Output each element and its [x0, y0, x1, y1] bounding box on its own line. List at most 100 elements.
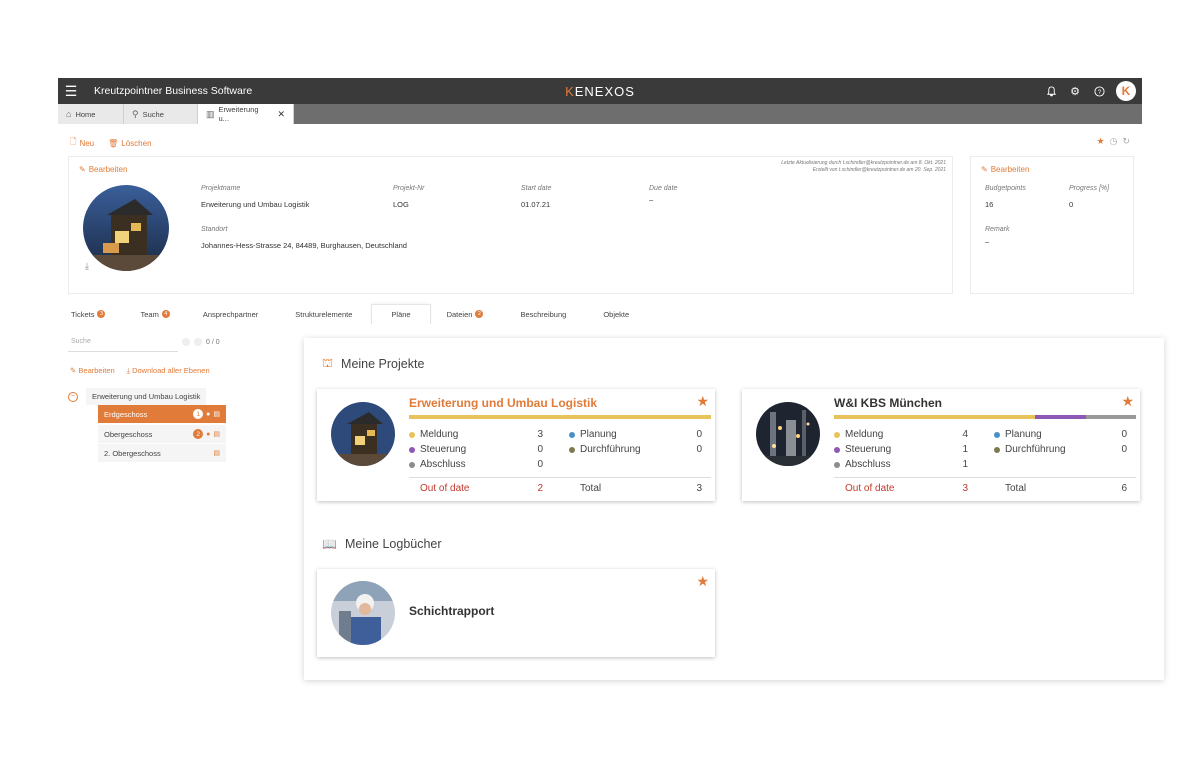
- svg-text:?: ?: [1097, 88, 1101, 95]
- download-icon[interactable]: ⤓: [85, 261, 89, 272]
- stat-planung-value: 0: [696, 429, 702, 440]
- stat-planung-value: 0: [1121, 429, 1127, 440]
- tab-dateien[interactable]: Dateien 2: [431, 304, 497, 324]
- stat-abschluss: Abschluss: [409, 459, 466, 470]
- progress-label: Progress [%]: [1069, 185, 1110, 192]
- total-label: Total: [1005, 483, 1027, 494]
- tab-plaene[interactable]: Pläne: [371, 304, 431, 324]
- tab-beschreibung[interactable]: Beschreibung: [496, 304, 579, 324]
- collapse-icon[interactable]: −: [68, 391, 78, 402]
- logbook-card[interactable]: Schichtrapport ★: [317, 569, 715, 657]
- tab-search[interactable]: ⚲ Suche: [124, 104, 198, 124]
- budget-card: ✎ Bearbeiten Budgetpoints 16 Progress [%]…: [970, 156, 1134, 294]
- budget-label: Budgetpoints: [985, 185, 1026, 192]
- section-tabs: Tickets 3 Team 4 Ansprechpartner Strukture…: [58, 304, 678, 324]
- tree-root[interactable]: − Erweiterung und Umbau Logistik: [68, 388, 207, 405]
- count-badge: 4: [161, 310, 170, 318]
- help-icon[interactable]: ?: [1092, 84, 1106, 98]
- projects-section-title: ⛫ Meine Projekte: [322, 356, 425, 371]
- status-dot-icon: [994, 446, 1000, 453]
- tab-objekte[interactable]: Objekte: [579, 304, 642, 324]
- project-title[interactable]: W&I KBS München: [834, 396, 942, 410]
- start-date-label: Start date: [521, 185, 552, 192]
- new-button[interactable]: 🗋 Neu: [70, 136, 94, 150]
- favorite-star-icon[interactable]: ★: [1121, 393, 1134, 410]
- standort-label: Standort: [201, 226, 228, 233]
- stat-durchfuehrung: Durchführung: [569, 444, 641, 455]
- count-badge: 2: [475, 310, 484, 318]
- project-title[interactable]: Erweiterung und Umbau Logistik: [409, 396, 597, 410]
- pin-icon: ●: [206, 410, 211, 418]
- bar-segment: [409, 415, 711, 419]
- avatar[interactable]: K: [1116, 81, 1136, 101]
- status-dot-icon: [569, 446, 575, 453]
- count-badge: 2: [193, 429, 204, 439]
- favorite-star-icon[interactable]: ★: [696, 573, 709, 590]
- status-dot-icon: [834, 446, 840, 453]
- favorite-star-icon[interactable]: ★: [1097, 136, 1105, 147]
- tree-item-obergeschoss[interactable]: Obergeschoss 2 ● ▤: [98, 425, 226, 443]
- stat-planung: Planung: [569, 429, 617, 440]
- total-value: 3: [696, 483, 702, 494]
- stat-meldung: Meldung: [834, 429, 883, 440]
- refresh-icon[interactable]: ↻: [1122, 136, 1130, 147]
- search-input[interactable]: Suche: [68, 334, 178, 352]
- standort-value: Johannes-Hess-Strasse 24, 84489, Burghau…: [201, 241, 407, 250]
- stat-durchfuehrung-value: 0: [1121, 444, 1127, 455]
- tab-project[interactable]: ▥ Erweiterung u... ✕: [198, 104, 294, 124]
- project-photo: [331, 402, 395, 466]
- stat-abschluss-value: 0: [537, 459, 543, 470]
- tab-ansprechpartner[interactable]: Ansprechpartner: [183, 304, 271, 324]
- stat-durchfuehrung: Durchführung: [994, 444, 1066, 455]
- building-icon: ⛫: [322, 356, 334, 370]
- tree-edit-button[interactable]: ✎ Bearbeiten: [70, 366, 115, 376]
- total-label: Total: [580, 483, 602, 494]
- pencil-icon: ✎: [79, 165, 86, 174]
- status-dot-icon: [409, 461, 415, 468]
- logbook-title[interactable]: Schichtrapport: [409, 604, 494, 618]
- next-result-icon[interactable]: [194, 338, 202, 346]
- projektname-value: Erweiterung und Umbau Logistik: [201, 200, 310, 209]
- tab-strukturelemente[interactable]: Strukturelemente: [271, 304, 365, 324]
- stat-durchfuehrung-value: 0: [696, 444, 702, 455]
- menu-icon[interactable]: ☰: [58, 78, 84, 104]
- layers-icon: ▤: [213, 431, 220, 438]
- due-date-value: –: [649, 195, 654, 204]
- tab-tickets[interactable]: Tickets 3: [58, 304, 118, 324]
- favorite-star-icon[interactable]: ★: [696, 393, 709, 410]
- tree-item-erdgeschoss[interactable]: Erdgeschoss 1 ● ▤: [98, 405, 226, 423]
- status-dot-icon: [994, 431, 1000, 438]
- pencil-icon: ✎: [981, 165, 988, 174]
- project-card[interactable]: W&I KBS München ★ Meldung 4 Steuerung 1 …: [742, 389, 1140, 501]
- edit-budget-button[interactable]: ✎ Bearbeiten: [981, 165, 1029, 174]
- bar-segment: [834, 415, 1036, 419]
- tree-item-2-obergeschoss[interactable]: 2. Obergeschoss ▤: [98, 444, 226, 462]
- projektname-label: Projektname: [201, 185, 241, 192]
- status-dot-icon: [834, 461, 840, 468]
- tab-strip: ⌂ Home ⚲ Suche ▥ Erweiterung u... ✕: [58, 104, 1142, 124]
- bell-icon[interactable]: [1044, 84, 1058, 98]
- logbooks-section-title: 📖 Meine Logbücher: [322, 537, 442, 551]
- history-icon[interactable]: ◷: [1110, 136, 1118, 147]
- trash-icon: 🗑: [108, 138, 119, 148]
- stat-steuerung-value: 0: [537, 444, 543, 455]
- out-of-date-label: Out of date: [845, 483, 895, 494]
- search-icon: ⚲: [132, 108, 139, 119]
- stat-meldung: Meldung: [409, 429, 458, 440]
- status-progress-bar: [409, 415, 711, 419]
- home-icon: ⌂: [66, 109, 72, 119]
- tab-home[interactable]: ⌂ Home: [58, 104, 124, 124]
- count-badge: 3: [97, 310, 106, 318]
- logbook-photo: [331, 581, 395, 645]
- stat-planung: Planung: [994, 429, 1042, 440]
- delete-button[interactable]: 🗑 Löschen: [108, 136, 151, 150]
- prev-result-icon[interactable]: [182, 338, 190, 346]
- gear-icon[interactable]: ⚙: [1068, 84, 1082, 98]
- stat-steuerung-value: 1: [962, 444, 968, 455]
- status-dot-icon: [569, 431, 575, 438]
- close-icon[interactable]: ✕: [277, 109, 285, 120]
- tab-team[interactable]: Team 4: [118, 304, 182, 324]
- project-card[interactable]: Erweiterung und Umbau Logistik ★ Meldung…: [317, 389, 715, 501]
- edit-button[interactable]: ✎ Bearbeiten: [79, 165, 127, 174]
- download-all-button[interactable]: ⤓ Download aller Ebenen: [127, 366, 210, 376]
